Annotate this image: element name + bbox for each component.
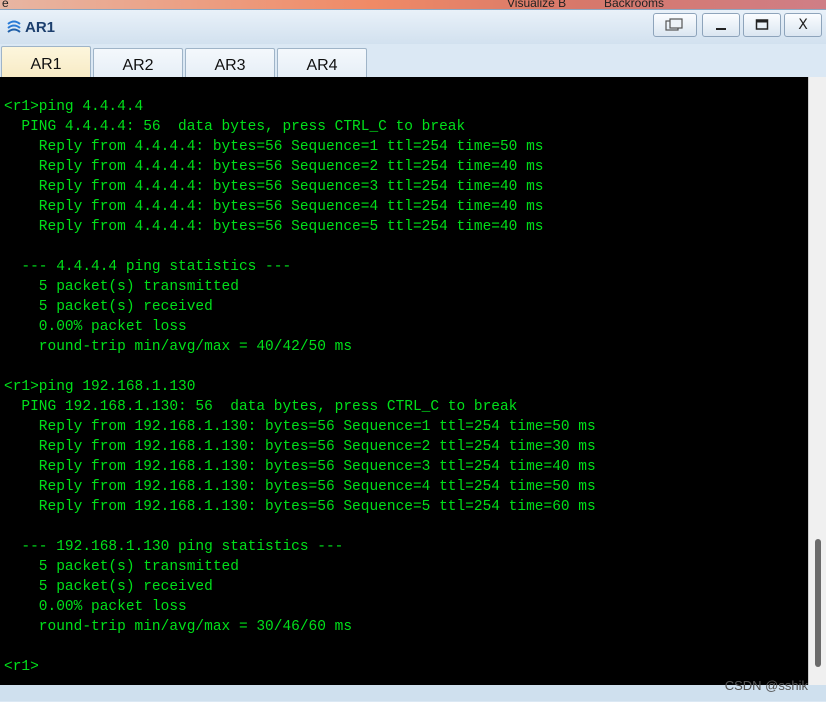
- terminal-line: 5 packet(s) received: [4, 299, 213, 315]
- terminal-output: <r1>ping 4.4.4.4 PING 4.4.4.4: 56 data b…: [4, 97, 596, 677]
- terminal-line: 5 packet(s) transmitted: [4, 279, 239, 295]
- vertical-scrollbar[interactable]: [808, 77, 826, 685]
- restore-window-button[interactable]: [653, 13, 697, 37]
- terminal-line: Reply from 4.4.4.4: bytes=56 Sequence=4 …: [4, 199, 544, 215]
- terminal-line: Reply from 192.168.1.130: bytes=56 Seque…: [4, 419, 596, 435]
- terminal-line: round-trip min/avg/max = 30/46/60 ms: [4, 619, 353, 635]
- restore-icon: [665, 18, 683, 31]
- title-bar[interactable]: AR1 X: [0, 10, 826, 44]
- terminal-line: PING 192.168.1.130: 56 data bytes, press…: [4, 399, 518, 415]
- terminal-line: <r1>: [4, 659, 39, 675]
- terminal-line: round-trip min/avg/max = 40/42/50 ms: [4, 339, 353, 355]
- terminal-console[interactable]: <r1>ping 4.4.4.4 PING 4.4.4.4: 56 data b…: [0, 77, 808, 685]
- window-bottom-edge: [0, 685, 826, 701]
- terminal-line: <r1>ping 4.4.4.4: [4, 99, 144, 115]
- terminal-line: 5 packet(s) transmitted: [4, 559, 239, 575]
- minimize-button[interactable]: [702, 13, 740, 37]
- terminal-line: --- 192.168.1.130 ping statistics ---: [4, 539, 344, 555]
- terminal-line: Reply from 4.4.4.4: bytes=56 Sequence=1 …: [4, 139, 544, 155]
- maximize-button[interactable]: [743, 13, 781, 37]
- terminal-line: Reply from 192.168.1.130: bytes=56 Seque…: [4, 499, 596, 515]
- terminal-line: 0.00% packet loss: [4, 599, 187, 615]
- close-button[interactable]: X: [784, 13, 822, 37]
- window-title: AR1: [25, 19, 56, 36]
- terminal-line: PING 4.4.4.4: 56 data bytes, press CTRL_…: [4, 119, 466, 135]
- scrollbar-thumb[interactable]: [815, 539, 821, 667]
- terminal-line: 0.00% packet loss: [4, 319, 187, 335]
- terminal-line: 5 packet(s) received: [4, 579, 213, 595]
- app-icon: [6, 19, 22, 35]
- terminal-line: Reply from 192.168.1.130: bytes=56 Seque…: [4, 479, 596, 495]
- terminal-line: Reply from 192.168.1.130: bytes=56 Seque…: [4, 459, 596, 475]
- terminal-line: Reply from 4.4.4.4: bytes=56 Sequence=2 …: [4, 159, 544, 175]
- maximize-icon: [755, 19, 769, 30]
- terminal-line: Reply from 4.4.4.4: bytes=56 Sequence=5 …: [4, 219, 544, 235]
- terminal-line: <r1>ping 192.168.1.130: [4, 379, 196, 395]
- terminal-line: --- 4.4.4.4 ping statistics ---: [4, 259, 292, 275]
- minimize-icon: [716, 28, 726, 30]
- csdn-watermark: CSDN @sshik: [724, 678, 808, 693]
- terminal-line: Reply from 192.168.1.130: bytes=56 Seque…: [4, 439, 596, 455]
- terminal-line: Reply from 4.4.4.4: bytes=56 Sequence=3 …: [4, 179, 544, 195]
